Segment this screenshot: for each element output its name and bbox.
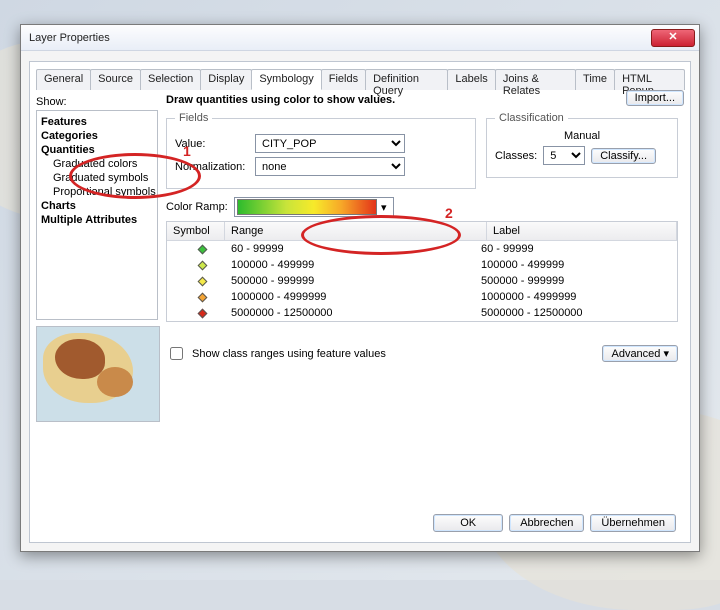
color-ramp-select[interactable]: ▾ [234, 197, 394, 217]
import-button[interactable]: Import... [626, 90, 684, 106]
main-area: Draw quantities using color to show valu… [160, 90, 684, 536]
fields-group-label: Fields [175, 112, 212, 124]
symbol-cell [173, 246, 231, 253]
symbol-cell [173, 310, 231, 317]
tree-quantities[interactable]: Quantities [39, 143, 155, 157]
col-symbol[interactable]: Symbol [167, 222, 225, 240]
tree-multiple-attributes[interactable]: Multiple Attributes [39, 213, 155, 227]
col-label[interactable]: Label [487, 222, 677, 240]
client-area: GeneralSourceSelectionDisplaySymbologyFi… [29, 61, 691, 543]
table-row[interactable]: 100000 - 499999100000 - 499999 [167, 257, 677, 273]
tab-definition-query[interactable]: Definition Query [365, 69, 448, 90]
panel-heading: Draw quantities using color to show valu… [166, 94, 678, 106]
classification-group: Classification Manual Classes: 5 Classif… [486, 112, 678, 178]
color-ramp-swatch [237, 199, 377, 215]
tab-html-popup[interactable]: HTML Popup [614, 69, 685, 90]
chevron-down-icon: ▾ [377, 201, 391, 214]
table-row[interactable]: 500000 - 999999500000 - 999999 [167, 273, 677, 289]
classification-group-label: Classification [495, 112, 568, 124]
layer-properties-window: Layer Properties ✕ GeneralSourceSelectio… [20, 24, 700, 552]
range-cell: 100000 - 499999 [231, 259, 481, 271]
table-row[interactable]: 5000000 - 125000005000000 - 12500000 [167, 305, 677, 321]
layer-preview [36, 326, 160, 422]
symbology-panel: Show: Features Categories Quantities Gra… [36, 90, 684, 536]
table-row[interactable]: 60 - 9999960 - 99999 [167, 241, 677, 257]
fields-group: Fields Value: CITY_POP Normalization: no… [166, 112, 476, 189]
show-label: Show: [36, 96, 158, 108]
symbol-cell [173, 278, 231, 285]
show-class-ranges-label: Show class ranges using feature values [192, 348, 386, 360]
advanced-button[interactable]: Advanced ▾ [602, 345, 678, 362]
tree-proportional-symbols[interactable]: Proportional symbols [39, 185, 155, 199]
symbol-cell [173, 262, 231, 269]
tab-general[interactable]: General [36, 69, 91, 90]
label-cell: 500000 - 999999 [481, 275, 671, 287]
value-label: Value: [175, 138, 249, 150]
classes-label: Classes: [495, 150, 537, 162]
col-range[interactable]: Range [225, 222, 487, 240]
normalization-select[interactable]: none [255, 157, 405, 176]
tree-graduated-symbols[interactable]: Graduated symbols [39, 171, 155, 185]
tab-fields[interactable]: Fields [321, 69, 366, 90]
dialog-buttons: OK Abbrechen Übernehmen [433, 514, 676, 532]
tab-symbology[interactable]: Symbology [251, 69, 321, 90]
tree-features[interactable]: Features [39, 115, 155, 129]
range-cell: 60 - 99999 [231, 243, 481, 255]
classify-button[interactable]: Classify... [591, 148, 656, 164]
symbol-cell [173, 294, 231, 301]
close-icon: ✕ [668, 32, 677, 43]
classes-select[interactable]: 5 [543, 146, 585, 165]
tree-graduated-colors[interactable]: Graduated colors [39, 157, 155, 171]
classification-method: Manual [495, 130, 669, 142]
tree-categories[interactable]: Categories [39, 129, 155, 143]
table-row[interactable]: 1000000 - 49999991000000 - 4999999 [167, 289, 677, 305]
label-cell: 100000 - 499999 [481, 259, 671, 271]
tab-time[interactable]: Time [575, 69, 615, 90]
grid-header: Symbol Range Label [167, 222, 677, 241]
tabs: GeneralSourceSelectionDisplaySymbologyFi… [36, 68, 684, 90]
color-ramp-label: Color Ramp: [166, 201, 228, 213]
chevron-down-icon: ▾ [660, 348, 669, 360]
tab-display[interactable]: Display [200, 69, 252, 90]
class-grid: Symbol Range Label 60 - 9999960 - 999991… [166, 221, 678, 322]
tab-labels[interactable]: Labels [447, 69, 495, 90]
tree-charts[interactable]: Charts [39, 199, 155, 213]
tab-selection[interactable]: Selection [140, 69, 201, 90]
show-tree[interactable]: Features Categories Quantities Graduated… [36, 110, 158, 320]
cancel-button[interactable]: Abbrechen [509, 514, 584, 532]
range-cell: 500000 - 999999 [231, 275, 481, 287]
tab-source[interactable]: Source [90, 69, 141, 90]
label-cell: 60 - 99999 [481, 243, 671, 255]
titlebar: Layer Properties ✕ [21, 25, 699, 51]
show-class-ranges-checkbox[interactable] [170, 347, 183, 360]
apply-button[interactable]: Übernehmen [590, 514, 676, 532]
close-button[interactable]: ✕ [651, 29, 695, 47]
normalization-label: Normalization: [175, 161, 249, 173]
range-cell: 5000000 - 12500000 [231, 307, 481, 319]
window-title: Layer Properties [29, 32, 651, 44]
value-select[interactable]: CITY_POP [255, 134, 405, 153]
sidebar: Show: Features Categories Quantities Gra… [36, 90, 160, 536]
label-cell: 5000000 - 12500000 [481, 307, 671, 319]
range-cell: 1000000 - 4999999 [231, 291, 481, 303]
tab-joins-relates[interactable]: Joins & Relates [495, 69, 576, 90]
label-cell: 1000000 - 4999999 [481, 291, 671, 303]
ok-button[interactable]: OK [433, 514, 503, 532]
